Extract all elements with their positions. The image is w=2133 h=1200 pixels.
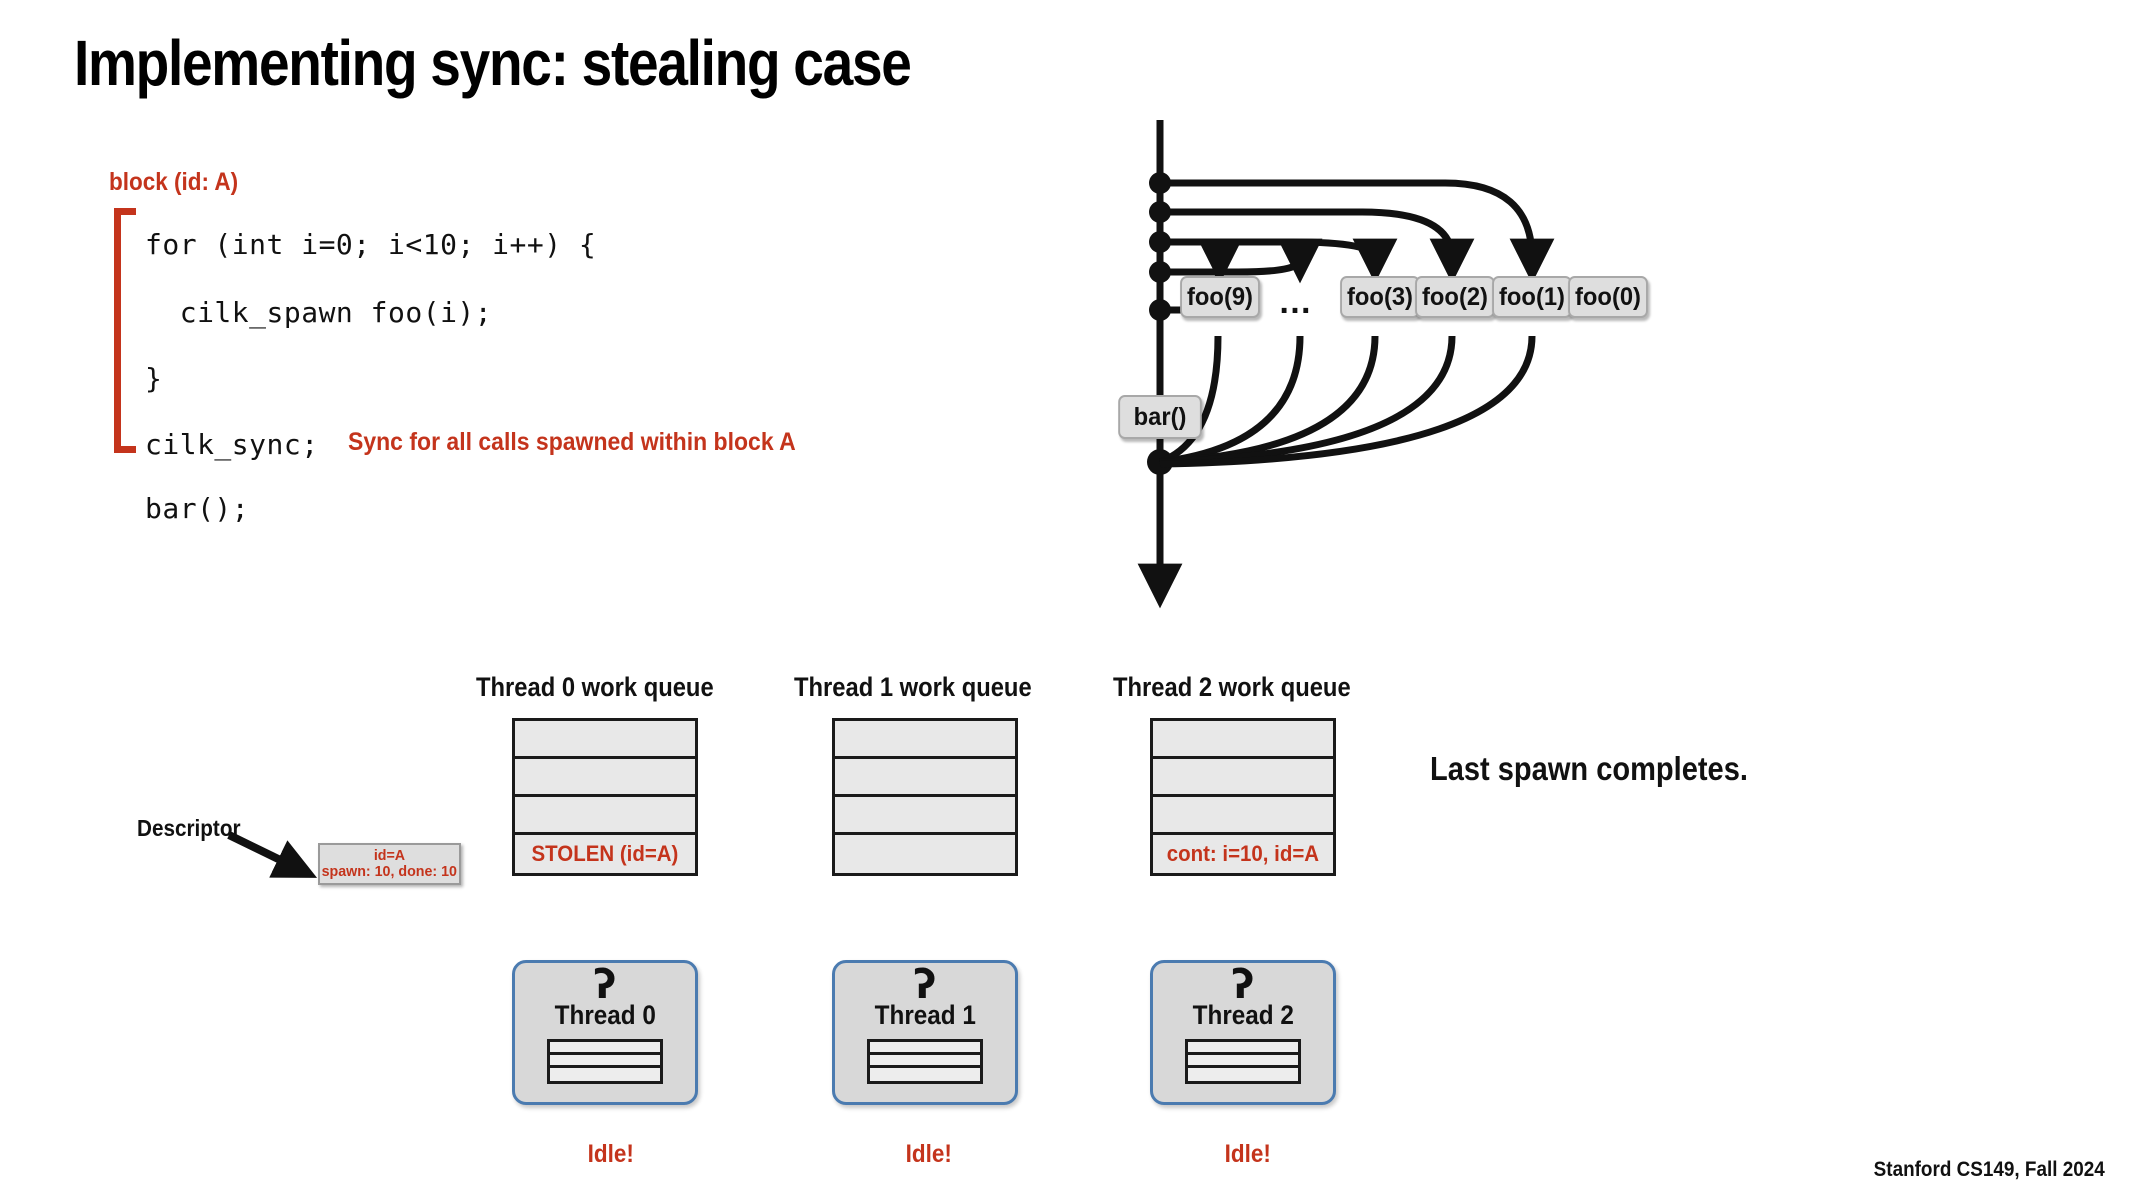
queue-cell[interactable]	[515, 797, 695, 835]
slide-annotation: Last spawn completes.	[1430, 750, 1748, 787]
thread-status-1: Idle!	[905, 1140, 952, 1168]
thread-squiggle-icon: ʔ	[913, 962, 937, 1008]
code-line-spawn: cilk_spawn foo(i);	[145, 296, 493, 329]
thread-label-0: Thread 0	[554, 999, 656, 1030]
descriptor-counts: spawn: 10, done: 10	[321, 863, 458, 880]
thread-squiggle-icon: ʔ	[1231, 962, 1255, 1008]
graph-node-foo-0: foo(0)	[1568, 276, 1648, 318]
graph-node-foo-3: foo(3)	[1340, 276, 1420, 318]
thread-box-2[interactable]: ʔ Thread 2	[1150, 960, 1336, 1105]
thread-register-table	[867, 1038, 983, 1084]
queue-cell[interactable]	[515, 721, 695, 759]
slide-canvas: Implementing sync: stealing case block (…	[0, 0, 2133, 1200]
queue-title-thread-2: Thread 2 work queue	[1113, 672, 1351, 702]
code-line-close-brace: }	[145, 362, 163, 395]
page-title: Implementing sync: stealing case	[74, 27, 912, 99]
thread-box-1[interactable]: ʔ Thread 1	[832, 960, 1018, 1105]
descriptor-box: id=A spawn: 10, done: 10	[318, 843, 461, 885]
graph-ellipsis: …	[1278, 283, 1315, 321]
work-queue-thread-2[interactable]: cont: i=10, id=A	[1150, 718, 1336, 876]
thread-status-0: Idle!	[587, 1140, 634, 1168]
queue-title-thread-0: Thread 0 work queue	[476, 672, 714, 702]
code-line-for: for (int i=0; i<10; i++) {	[145, 228, 597, 261]
code-block-label: block (id: A)	[109, 168, 239, 196]
thread-label-1: Thread 1	[874, 999, 976, 1030]
thread-register-table	[547, 1038, 663, 1084]
spawn-graph: foo(9) … foo(3) foo(2) foo(1) foo(0) bar…	[1100, 120, 1880, 640]
graph-node-foo-9: foo(9)	[1180, 276, 1260, 318]
code-line-bar: bar();	[145, 492, 250, 525]
work-queue-thread-0[interactable]: STOLEN (id=A)	[512, 718, 698, 876]
thread-box-0[interactable]: ʔ Thread 0	[512, 960, 698, 1105]
graph-node-foo-1: foo(1)	[1492, 276, 1572, 318]
queue-cell[interactable]	[835, 759, 1015, 797]
thread-squiggle-icon: ʔ	[593, 962, 617, 1008]
thread-status-2: Idle!	[1224, 1140, 1271, 1168]
spawn-graph-edges	[1137, 120, 1555, 609]
work-queue-thread-1[interactable]	[832, 718, 1018, 876]
queue-title-thread-1: Thread 1 work queue	[794, 672, 1032, 702]
graph-node-bar: bar()	[1118, 395, 1202, 439]
queue-cell[interactable]	[835, 797, 1015, 835]
queue-cell[interactable]	[835, 835, 1015, 873]
slide-footer: Stanford CS149, Fall 2024	[1873, 1158, 2105, 1181]
queue-cell[interactable]	[835, 721, 1015, 759]
queue-cell[interactable]	[1153, 759, 1333, 797]
thread-register-table	[1185, 1038, 1301, 1084]
queue-cell[interactable]	[1153, 721, 1333, 759]
thread-label-2: Thread 2	[1192, 999, 1294, 1030]
queue-cell[interactable]	[1153, 797, 1333, 835]
graph-node-foo-2: foo(2)	[1415, 276, 1495, 318]
descriptor-id: id=A	[373, 847, 406, 865]
queue-cell-stolen[interactable]: STOLEN (id=A)	[515, 835, 695, 873]
sync-annotation: Sync for all calls spawned within block …	[348, 428, 796, 456]
queue-cell-continuation[interactable]: cont: i=10, id=A	[1153, 835, 1333, 873]
code-block-bracket	[114, 208, 136, 453]
code-line-sync: cilk_sync;	[145, 428, 319, 461]
queue-cell[interactable]	[515, 759, 695, 797]
